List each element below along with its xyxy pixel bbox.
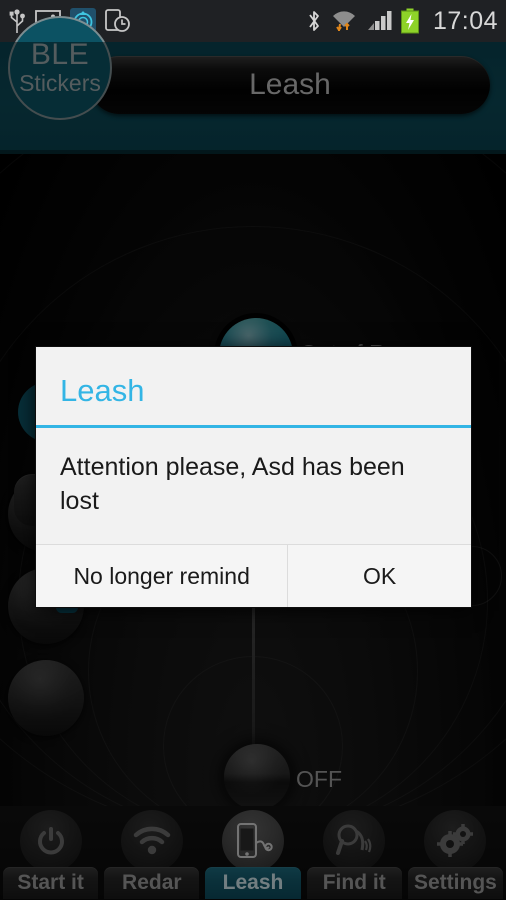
ok-button[interactable]: OK: [288, 545, 471, 607]
device-clock-icon: [105, 9, 130, 32]
dialog-title: Leash: [60, 373, 145, 408]
battery-charging-icon: [400, 8, 419, 34]
status-bar-right-icons: 17:04: [306, 7, 498, 36]
wifi-icon: [332, 11, 355, 31]
status-bar-clock: 17:04: [432, 6, 498, 35]
dialog-title-zone: Leash: [36, 347, 471, 425]
leash-alert-dialog: Leash Attention please, Asd has been los…: [35, 346, 472, 608]
bluetooth-icon: [309, 11, 319, 31]
no-longer-remind-button[interactable]: No longer remind: [36, 545, 289, 607]
app-screen: 17:04 Leash BLE Stickers Out of Range OF…: [0, 0, 506, 900]
dialog-button-row: No longer remind OK: [36, 544, 471, 607]
dialog-message: Attention please, Asd has been lost: [60, 453, 405, 515]
cell-signal-icon: [367, 11, 392, 30]
